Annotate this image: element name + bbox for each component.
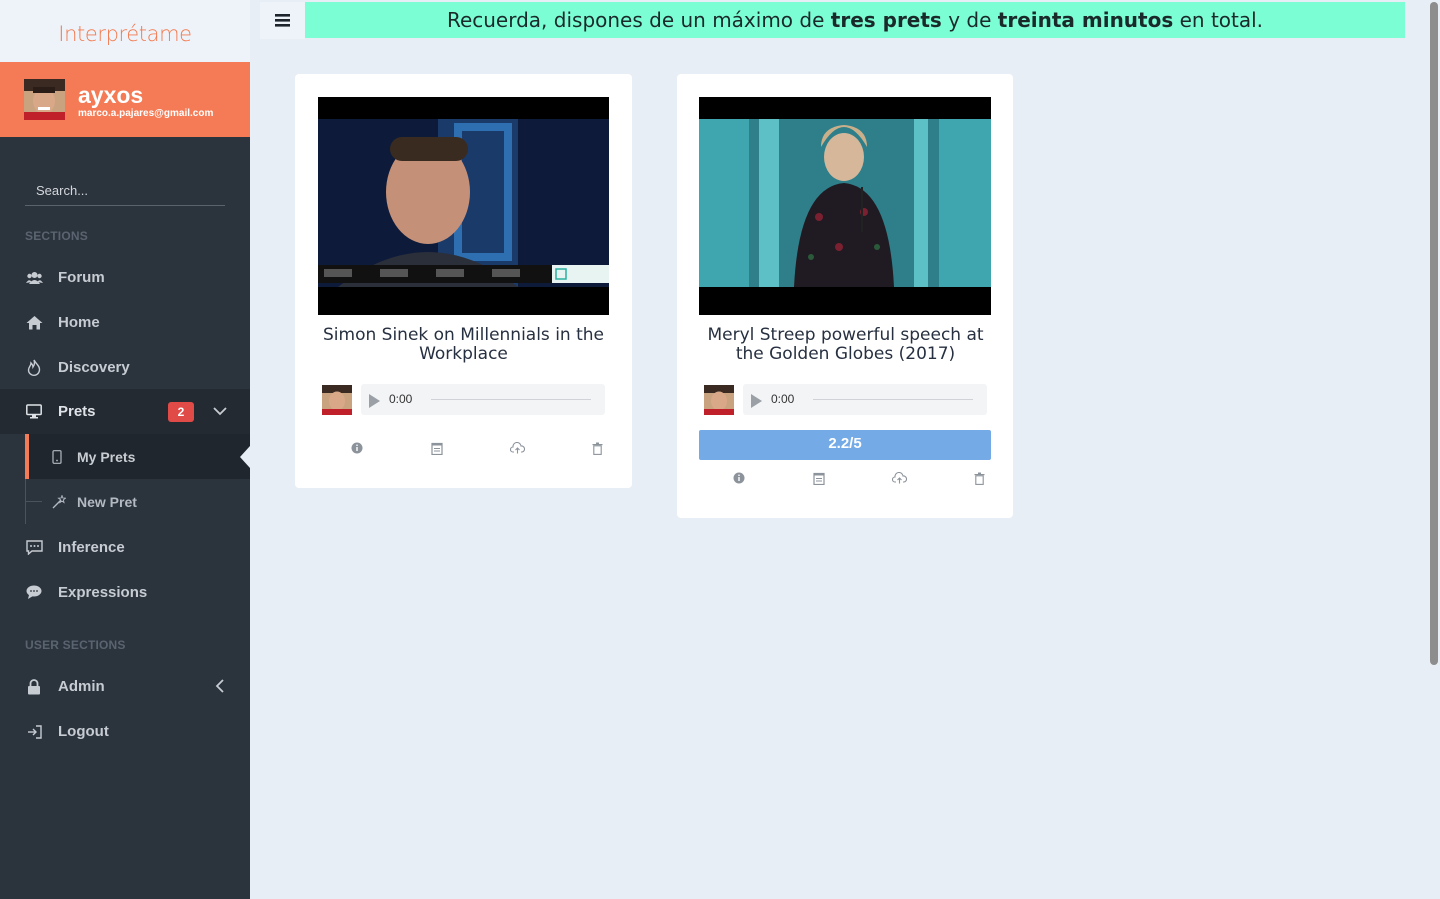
chevron-down-icon[interactable]	[213, 402, 227, 424]
home-icon	[25, 314, 43, 332]
sub-item-new-pret[interactable]: New Pret	[25, 479, 250, 524]
user-profile: ayxos marco.a.pajares@gmail.com	[0, 62, 250, 137]
video-thumbnail[interactable]	[318, 97, 609, 315]
monitor-icon	[25, 403, 43, 421]
play-icon[interactable]	[369, 394, 380, 408]
notes-icon[interactable]	[811, 470, 827, 486]
info-icon[interactable]	[349, 440, 365, 456]
banner-text-3: en total.	[1173, 8, 1264, 32]
nav-item-expressions[interactable]: Expressions	[0, 570, 250, 615]
nav-label-prets: Prets	[58, 403, 96, 420]
mobile-icon	[52, 449, 66, 464]
info-icon[interactable]	[731, 470, 747, 486]
profile-email: marco.a.pajares@gmail.com	[78, 108, 214, 119]
avatar[interactable]	[24, 79, 65, 120]
audio-progress-track[interactable]	[431, 399, 591, 400]
sections-title: SECTIONS	[25, 229, 88, 243]
nav-item-forum[interactable]: Forum	[0, 255, 250, 300]
audio-time: 0:00	[389, 392, 413, 406]
cloud-upload-icon[interactable]	[509, 440, 525, 456]
cloud-upload-icon[interactable]	[891, 470, 907, 486]
lock-icon	[25, 678, 43, 696]
chevron-left-icon[interactable]	[214, 677, 226, 699]
sub-label-new-pret: New Pret	[77, 493, 137, 510]
nav-label-admin: Admin	[58, 678, 105, 695]
nav-item-home[interactable]: Home	[0, 300, 250, 345]
nav-label-discovery: Discovery	[58, 359, 130, 376]
video-title: Simon Sinek on Millennials in the Workpl…	[323, 325, 604, 364]
profile-name: ayxos	[78, 82, 144, 108]
avatar	[322, 384, 352, 415]
nav-label-inference: Inference	[58, 539, 125, 556]
comment-icon	[25, 539, 43, 557]
nav-item-inference[interactable]: Inference	[0, 525, 250, 570]
logout-icon	[25, 723, 43, 741]
video-thumbnail[interactable]	[699, 97, 991, 315]
menu-toggle-button[interactable]	[260, 2, 305, 39]
nav-label-logout: Logout	[58, 723, 109, 740]
users-icon	[25, 269, 43, 287]
top-bar: Recuerda, dispones de un máximo de tres …	[260, 2, 1405, 39]
active-indicator	[25, 434, 29, 479]
sub-tree-branch	[26, 501, 42, 502]
trash-icon[interactable]	[589, 440, 605, 456]
audio-player[interactable]: 0:00	[743, 384, 987, 415]
nav-label-forum: Forum	[58, 269, 105, 286]
nav-label-home: Home	[58, 314, 100, 331]
search-box	[25, 180, 236, 206]
chat-bubbles-icon	[25, 584, 43, 602]
hamburger-icon	[275, 14, 290, 27]
sub-item-my-prets[interactable]: My Prets	[25, 434, 250, 479]
audio-time: 0:00	[771, 392, 795, 406]
play-icon[interactable]	[751, 394, 762, 408]
flame-icon	[25, 359, 43, 377]
card-actions	[731, 470, 987, 486]
avatar	[704, 384, 734, 415]
banner-text-2: y de	[941, 8, 998, 32]
app-logo[interactable]: Interprétame	[58, 22, 192, 46]
rating-bar: 2.2/5	[699, 430, 991, 460]
nav-item-discovery[interactable]: Discovery	[0, 345, 250, 390]
prets-count-badge: 2	[168, 402, 194, 422]
active-notch	[240, 446, 250, 468]
card-actions	[349, 440, 605, 456]
user-sections-title: USER SECTIONS	[25, 638, 126, 652]
nav-item-prets[interactable]: Prets 2	[0, 389, 250, 434]
banner-bold-prets: tres prets	[830, 8, 942, 32]
banner-bold-minutes: treinta minutos	[997, 8, 1174, 32]
sub-label-my-prets: My Prets	[77, 448, 136, 465]
audio-player-row: 0:00	[322, 384, 605, 415]
audio-progress-track[interactable]	[813, 399, 973, 400]
pret-card: Meryl Streep powerful speech at the Gold…	[677, 74, 1013, 518]
nav-label-expressions: Expressions	[58, 584, 148, 601]
pret-card: Simon Sinek on Millennials in the Workpl…	[295, 74, 632, 488]
logo-area: Interprétame	[0, 0, 250, 62]
audio-player-row: 0:00	[704, 384, 987, 415]
banner-text-1: Recuerda, dispones de un máximo de	[446, 8, 831, 32]
limits-banner: Recuerda, dispones de un máximo de tres …	[305, 2, 1405, 38]
search-input[interactable]	[25, 180, 236, 200]
page-scrollbar[interactable]	[1430, 2, 1438, 665]
video-title: Meryl Streep powerful speech at the Gold…	[707, 325, 984, 364]
audio-player[interactable]: 0:00	[361, 384, 605, 415]
notes-icon[interactable]	[429, 440, 445, 456]
nav-item-admin[interactable]: Admin	[0, 664, 250, 709]
nav-item-logout[interactable]: Logout	[0, 709, 250, 754]
wand-icon	[52, 494, 66, 509]
trash-icon[interactable]	[971, 470, 987, 486]
sidebar: Interprétame ayxos marco.a.pajares@gmail…	[0, 0, 250, 899]
